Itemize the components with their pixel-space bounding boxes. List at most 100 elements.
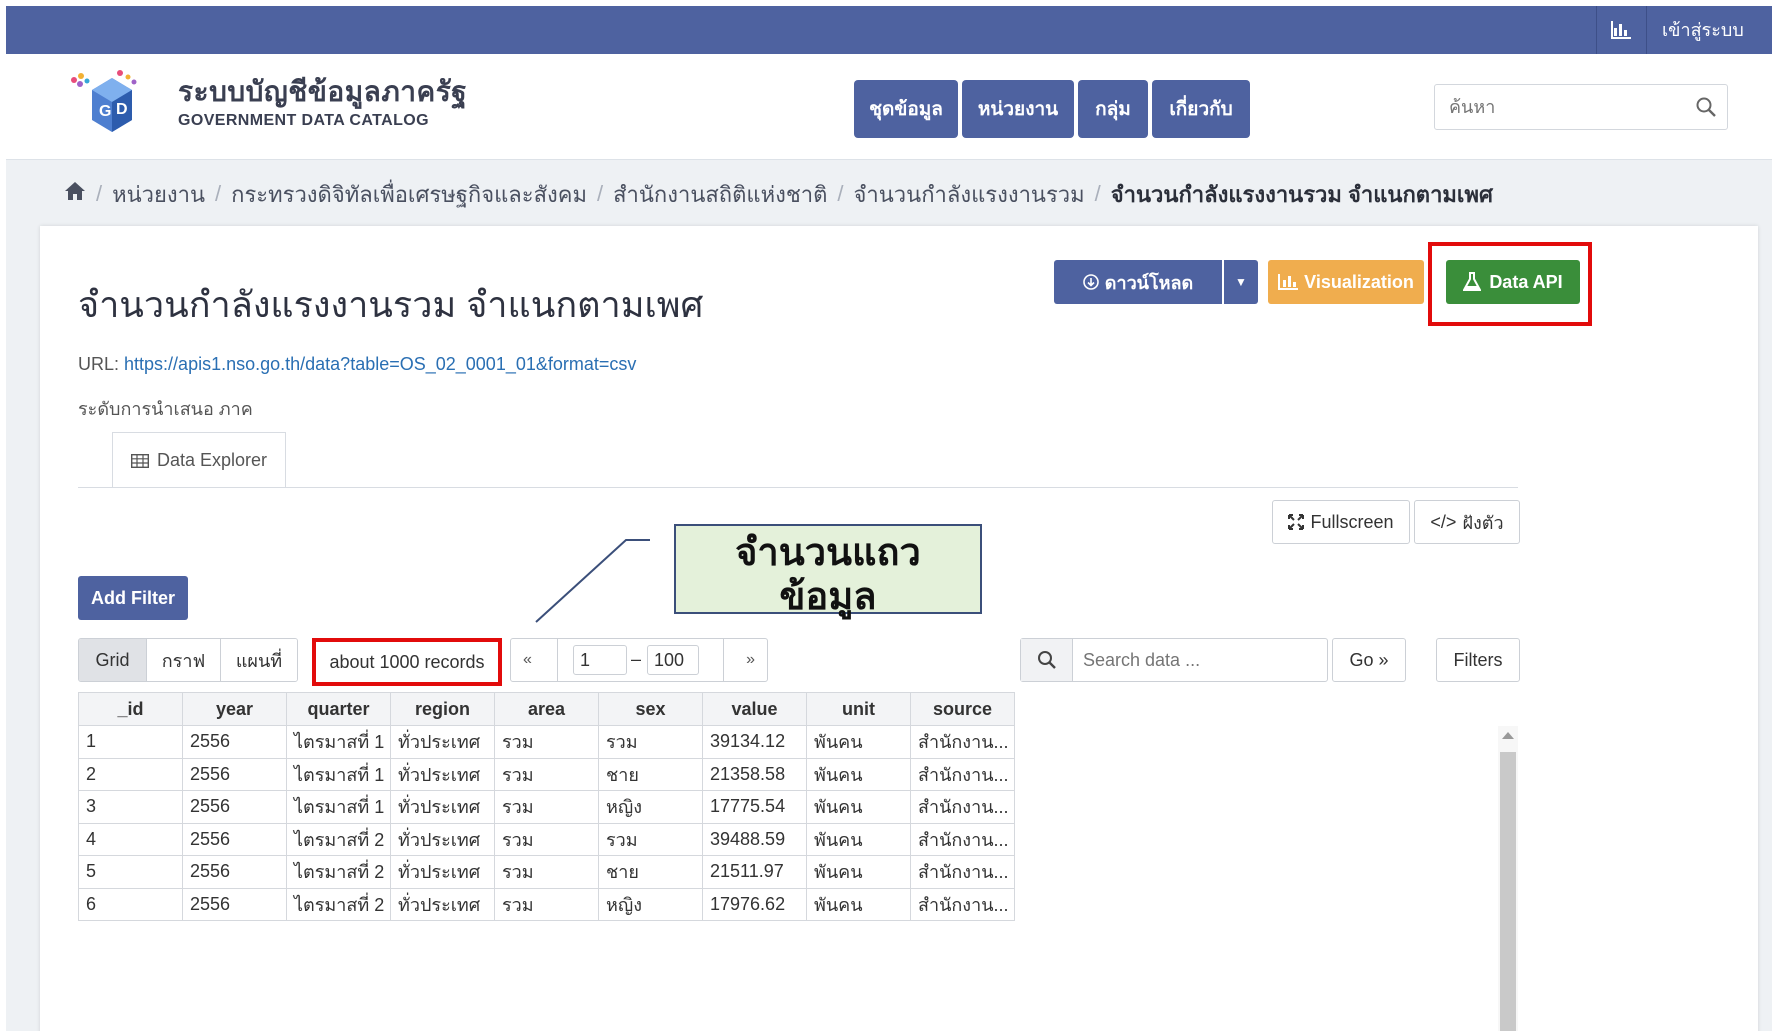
- table-cell: ไตรมาสที่ 2: [286, 855, 391, 889]
- column-header[interactable]: unit: [806, 692, 911, 726]
- table-cell: 2556: [182, 790, 287, 824]
- table-cell: 3: [78, 790, 183, 824]
- download-label: ดาวน์โหลด: [1104, 272, 1194, 293]
- tab-data-explorer-label: Data Explorer: [156, 450, 268, 470]
- table-cell: 39134.12: [702, 725, 807, 759]
- grid-scrollbar[interactable]: [1498, 726, 1518, 1031]
- table-cell: ไตรมาสที่ 1: [286, 757, 391, 791]
- table-cell: ทั่วประเทศ: [390, 887, 495, 921]
- login-link[interactable]: เข้าสู่ระบบ: [1656, 6, 1744, 54]
- table-cell: รวม: [598, 725, 703, 759]
- table-cell: ทั่วประเทศ: [390, 822, 495, 856]
- column-header[interactable]: year: [182, 692, 287, 726]
- browser-frame: เข้าสู่ระบบ G D ระบบบัญชีข้อมูลภาครัฐ GO…: [6, 6, 1772, 1031]
- table-cell: หญิง: [598, 887, 703, 921]
- site-header: G D ระบบบัญชีข้อมูลภาครัฐ GOVERNMENT DAT…: [6, 54, 1772, 160]
- search-icon[interactable]: [1695, 96, 1717, 118]
- search-icon: [1021, 639, 1073, 681]
- table-row[interactable]: 4 2556 ไตรมาสที่ 2 ทั่วประเทศ รวม รวม 39488.59…: [78, 822, 1015, 856]
- breadcrumb-organizations[interactable]: หน่วยงาน: [112, 177, 205, 212]
- breadcrumb-dataset[interactable]: จำนวนกำลังแรงงานรวม: [854, 177, 1085, 212]
- site-subtitle: GOVERNMENT DATA CATALOG: [178, 112, 429, 129]
- table-cell: 21511.97: [702, 855, 807, 889]
- expand-icon: [1288, 514, 1305, 530]
- breadcrumb-nso[interactable]: สำนักงานสถิติแห่งชาติ: [613, 177, 827, 212]
- pager-next-button[interactable]: »: [746, 651, 755, 669]
- view-map-button[interactable]: แผนที่: [221, 639, 297, 681]
- table-cell: พันคน: [806, 725, 911, 759]
- table-row[interactable]: 1 2556 ไตรมาสที่ 1 ทั่วประเทศ รวม รวม 39134.12…: [78, 725, 1015, 759]
- table-row[interactable]: 6 2556 ไตรมาสที่ 2 ทั่วประเทศ รวม หญิง 17976.6…: [78, 887, 1015, 921]
- nav-groups[interactable]: กลุ่ม: [1078, 80, 1148, 138]
- fullscreen-button[interactable]: Fullscreen: [1272, 500, 1410, 544]
- svg-text:D: D: [116, 101, 128, 118]
- visualization-button[interactable]: Visualization: [1268, 260, 1424, 304]
- table-cell: ชาย: [598, 757, 703, 791]
- table-cell: ไตรมาสที่ 1: [286, 725, 391, 759]
- pager-from-input[interactable]: [573, 645, 627, 675]
- pager: « – »: [510, 638, 768, 682]
- callout-line-2: ข้อมูล: [779, 576, 877, 618]
- data-search: [1020, 638, 1328, 682]
- column-header[interactable]: source: [910, 692, 1015, 726]
- site-search: [1434, 84, 1728, 130]
- column-header[interactable]: region: [390, 692, 495, 726]
- tab-data-explorer[interactable]: Data Explorer: [112, 432, 286, 488]
- table-cell: 21358.58: [702, 757, 807, 791]
- view-grid-button[interactable]: Grid: [79, 639, 147, 681]
- pager-prev-button[interactable]: «: [523, 651, 532, 669]
- table-cell: ทั่วประเทศ: [390, 855, 495, 889]
- resource-url-link[interactable]: https://apis1.nso.go.th/data?table=OS_02…: [124, 354, 636, 374]
- site-search-input[interactable]: [1435, 85, 1675, 129]
- table-row[interactable]: 5 2556 ไตรมาสที่ 2 ทั่วประเทศ รวม ชาย 21511.97…: [78, 855, 1015, 889]
- table-row[interactable]: 3 2556 ไตรมาสที่ 1 ทั่วประเทศ รวม หญิง 17775.5…: [78, 790, 1015, 824]
- nav-organizations[interactable]: หน่วยงาน: [962, 80, 1074, 138]
- column-header[interactable]: _id: [78, 692, 183, 726]
- divider: [723, 639, 724, 681]
- table-cell: รวม: [494, 855, 599, 889]
- gdc-logo[interactable]: G D: [68, 68, 156, 148]
- home-icon[interactable]: [64, 181, 86, 207]
- table-icon: [130, 453, 149, 468]
- record-count: about 1000 records: [312, 638, 502, 686]
- filters-button[interactable]: Filters: [1436, 638, 1520, 682]
- site-title: ระบบบัญชีข้อมูลภาครัฐ: [178, 76, 468, 107]
- breadcrumb-separator: /: [96, 181, 103, 206]
- view-switcher: Grid กราฟ แผนที่: [78, 638, 298, 682]
- table-cell: รวม: [494, 887, 599, 921]
- nav-about[interactable]: เกี่ยวกับ: [1152, 80, 1250, 138]
- download-button[interactable]: ดาวน์โหลด: [1054, 260, 1222, 304]
- embed-label: ฝังตัว: [1462, 512, 1504, 533]
- download-dropdown-toggle[interactable]: ▼: [1224, 260, 1258, 304]
- breadcrumb-current: จำนวนกำลังแรงงานรวม จำแนกตามเพศ: [1110, 181, 1493, 207]
- table-cell: ไตรมาสที่ 2: [286, 822, 391, 856]
- data-api-highlight: [1428, 242, 1592, 326]
- table-cell: สำนักงาน...: [910, 790, 1015, 824]
- table-cell: พันคน: [806, 887, 911, 921]
- breadcrumb-separator: /: [215, 181, 222, 206]
- embed-button[interactable]: </> ฝังตัว: [1414, 500, 1520, 544]
- pager-to-input[interactable]: [647, 645, 699, 675]
- add-filter-button[interactable]: Add Filter: [78, 576, 188, 620]
- scroll-up-arrow-icon[interactable]: [1502, 732, 1514, 739]
- column-header[interactable]: value: [702, 692, 807, 726]
- column-header[interactable]: sex: [598, 692, 703, 726]
- pager-dash: –: [631, 649, 642, 669]
- scrollbar-thumb[interactable]: [1500, 752, 1516, 1031]
- breadcrumb-ministry[interactable]: กระทรวงดิจิทัลเพื่อเศรษฐกิจและสังคม: [231, 177, 587, 212]
- table-cell: พันคน: [806, 855, 911, 889]
- view-graph-button[interactable]: กราฟ: [147, 639, 221, 681]
- data-search-input[interactable]: [1083, 645, 1313, 675]
- table-cell: 6: [78, 887, 183, 921]
- nav-datasets[interactable]: ชุดข้อมูล: [854, 80, 958, 138]
- breadcrumb-separator: /: [1094, 181, 1101, 206]
- go-button[interactable]: Go »: [1332, 638, 1406, 682]
- table-cell: ไตรมาสที่ 2: [286, 887, 391, 921]
- table-cell: รวม: [494, 822, 599, 856]
- column-header[interactable]: quarter: [286, 692, 391, 726]
- table-row[interactable]: 2 2556 ไตรมาสที่ 1 ทั่วประเทศ รวม ชาย 21358.58…: [78, 757, 1015, 791]
- column-header[interactable]: area: [494, 692, 599, 726]
- table-cell: 1: [78, 725, 183, 759]
- bar-chart-icon[interactable]: [1596, 6, 1646, 54]
- row-count-callout: จำนวนแถว ข้อมูล: [674, 524, 982, 618]
